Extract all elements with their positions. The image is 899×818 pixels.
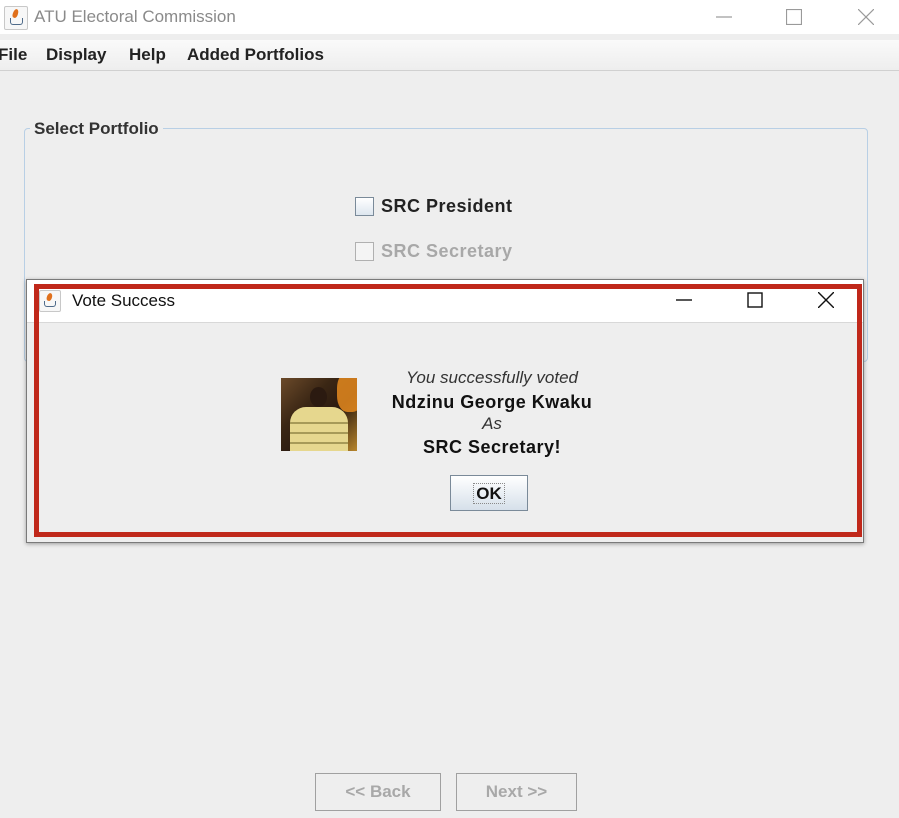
maximize-icon	[786, 9, 802, 25]
menu-bar: File Display Help Added Portfolios	[0, 40, 899, 71]
portfolio-group-title: Select Portfolio	[30, 119, 163, 139]
next-button[interactable]: Next >>	[456, 773, 577, 811]
close-icon	[858, 9, 874, 25]
maximize-button[interactable]	[764, 0, 824, 34]
window-title-bar: ATU Electoral Commission	[0, 0, 899, 34]
minimize-button[interactable]	[694, 0, 754, 34]
src-secretary-checkbox[interactable]	[355, 242, 374, 261]
minimize-icon	[716, 16, 732, 18]
src-secretary-label[interactable]: SRC Secretary	[381, 241, 513, 262]
menu-display[interactable]: Display	[46, 45, 106, 65]
close-button[interactable]	[836, 0, 896, 34]
vote-success-dialog: Vote Success You successfully voted Ndzi…	[26, 279, 864, 543]
menu-help[interactable]: Help	[129, 45, 166, 65]
menu-file[interactable]: File	[0, 45, 27, 65]
src-president-checkbox[interactable]	[355, 197, 374, 216]
back-button[interactable]: << Back	[315, 773, 441, 811]
menu-added-portfolios[interactable]: Added Portfolios	[187, 45, 324, 65]
highlight-frame	[34, 284, 862, 537]
window-title: ATU Electoral Commission	[34, 7, 236, 26]
java-app-icon	[4, 6, 28, 30]
src-president-label[interactable]: SRC President	[381, 196, 513, 217]
